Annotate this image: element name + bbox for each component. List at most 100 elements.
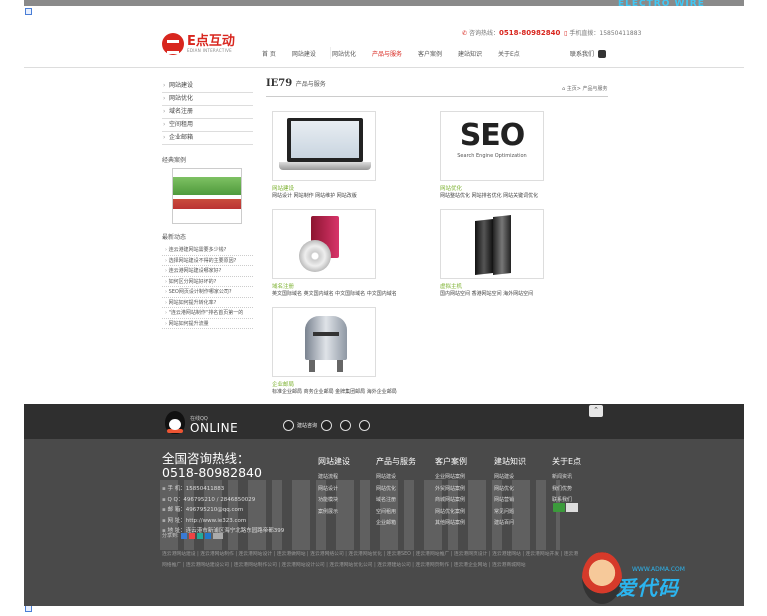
wechat-icon[interactable] [553, 503, 565, 512]
mobile-number: 手机直拨：15850411883 [569, 30, 642, 37]
footer-col-web: 网站建设 建站流程 网站设计 功能模块 案例展示 [318, 456, 373, 518]
product-card[interactable]: SEO Search Engine Optimization 网站优化 网站整站… [440, 111, 544, 199]
info-email[interactable]: 邮 箱：496795210@qq.com [162, 505, 284, 516]
phone-icon: ✆ [462, 30, 468, 37]
qq-icon [321, 420, 332, 431]
footer-link[interactable]: 常见问题 [494, 507, 549, 519]
qq-service-2[interactable] [321, 420, 332, 431]
nav-products[interactable]: 产品与服务 [364, 50, 410, 60]
footer-online-bar [24, 404, 744, 439]
nav-about[interactable]: 关于E点 [490, 50, 528, 60]
share-renren-icon[interactable] [204, 532, 211, 539]
footer-link[interactable]: 建站百问 [494, 518, 549, 530]
share-weibo-icon[interactable] [188, 532, 195, 539]
product-name: 网站建设 [272, 186, 295, 192]
footer-link[interactable]: 建站流程 [318, 472, 373, 484]
sidebar-item-hosting[interactable]: 空间租用 [162, 119, 253, 132]
news-item[interactable]: 网站如何提升流量 [162, 319, 253, 329]
footer-link[interactable]: 企业邮箱 [376, 518, 431, 530]
friend-links[interactable]: 连云港网站建设 | 连云港网站制作 | 连云港网站设计 | 连云港做网站 | 连… [162, 549, 582, 571]
share-more-icon[interactable] [212, 532, 223, 539]
product-name: 虚拟主机 [440, 284, 463, 290]
news-item[interactable]: 如何区分网站好坏的? [162, 277, 253, 287]
footer-hotline-number: 0518-80982840 [162, 465, 262, 480]
news-item[interactable]: 连云港建网站需要多少钱? [162, 245, 253, 256]
info-mobile: 手 机：15850411883 [162, 484, 284, 495]
share-bar: 分享到: [162, 532, 223, 539]
product-card[interactable]: 虚拟主机 国内网站空间 香港网站空间 海外网站空间 [440, 209, 544, 297]
share-tencent-icon[interactable] [196, 532, 203, 539]
footer-link[interactable]: 网站建设 [494, 472, 549, 484]
footer-link[interactable]: 空间租用 [376, 507, 431, 519]
footer-link[interactable]: 商城网站案例 [435, 495, 490, 507]
product-desc: 标准企业邮局 商务企业邮局 金牌集团邮局 海外企业邮局 [272, 389, 397, 395]
news-item[interactable]: 选择网站建设不得的主要原因? [162, 256, 253, 266]
footer-link[interactable]: 网站优化案例 [435, 507, 490, 519]
footer-link[interactable]: 企业网站案例 [435, 472, 490, 484]
contact-label: 联系我们 [570, 51, 595, 58]
share-qzone-icon[interactable] [180, 532, 187, 539]
sidebar-item-mail[interactable]: 企业邮箱 [162, 132, 253, 145]
product-card[interactable]: 域名注册 英文国际域名 英文国内域名 中文国际域名 中文国内域名 [272, 209, 397, 297]
home-icon: ⌂ [562, 86, 566, 92]
case-title: 经典案例 [162, 157, 187, 164]
footer-link[interactable]: 外贸网站案例 [435, 484, 490, 496]
footer-link[interactable]: 网站优化 [376, 484, 431, 496]
contact-link[interactable]: 联系我们 [570, 49, 607, 58]
nav-web-build[interactable]: 网站建设 [284, 50, 324, 60]
footer-col-about: 关于E点 新闻资讯 我们优势 联系我们 [552, 456, 607, 507]
product-desc: 网站整站优化 网站排名优化 网站关键词优化 [440, 193, 539, 199]
mobile-icon: ▯ [564, 30, 568, 37]
footer-link[interactable]: 网站优化 [494, 484, 549, 496]
product-card[interactable]: 企业邮局 标准企业邮局 商务企业邮局 金牌集团邮局 海外企业邮局 [272, 307, 397, 395]
footer-link[interactable]: 网站建设 [376, 472, 431, 484]
qq-service-3[interactable] [340, 420, 351, 431]
nav-home[interactable]: 首 页 [254, 50, 284, 60]
footer-link[interactable]: 其他网站案例 [435, 518, 490, 530]
sidebar-item-web-build[interactable]: 网站建设 [162, 80, 253, 93]
footer-contact-info: 手 机：15850411883 Q Q：496795210 / 28468500… [162, 484, 284, 537]
header-divider [24, 67, 744, 68]
logo[interactable]: E点互动 EDIAN INTERACTIVE [162, 33, 235, 55]
sidebar: 网站建设 网站优化 域名注册 空间租用 企业邮箱 经典案例 最新动态 连云港建网… [162, 80, 253, 329]
back-to-top-icon[interactable]: ⌃ [589, 405, 603, 417]
footer-link[interactable]: 域名注册 [376, 495, 431, 507]
weibo-follow-icon[interactable] [566, 503, 578, 512]
footer-link[interactable]: 我们优势 [552, 484, 607, 496]
sidebar-item-domain[interactable]: 域名注册 [162, 106, 253, 119]
qq-icon [283, 420, 294, 431]
footer-link[interactable]: 网站营销 [494, 495, 549, 507]
seo-icon: SEO Search Engine Optimization [440, 111, 544, 181]
footer-link[interactable]: 案例展示 [318, 507, 373, 519]
qq-service-4[interactable] [359, 420, 370, 431]
footer-link[interactable]: 新闻资讯 [552, 472, 607, 484]
nav-knowledge[interactable]: 建站知识 [450, 50, 490, 60]
footer-link[interactable]: 网站设计 [318, 484, 373, 496]
info-url[interactable]: 网 址：http://www.ie323.com [162, 516, 284, 527]
product-desc: 英文国际域名 英文国内域名 中文国际域名 中文国内域名 [272, 291, 397, 297]
footer-link[interactable]: 功能模块 [318, 495, 373, 507]
case-thumbnail[interactable] [172, 168, 242, 224]
logo-tagline: EDIAN INTERACTIVE [187, 47, 232, 53]
qq-service-1[interactable]: 建站咨询 [283, 420, 317, 431]
logo-mark-icon [162, 33, 184, 55]
news-item[interactable]: SEO网页设计制作哪家公司? [162, 287, 253, 298]
logo-name: E点互动 [187, 33, 235, 49]
sidebar-item-seo[interactable]: 网站优化 [162, 93, 253, 106]
online-label: ONLINE [190, 421, 239, 435]
footer-col-products: 产品与服务 网站建设 网站优化 域名注册 空间租用 企业邮箱 [376, 456, 431, 530]
footer-col-cases: 客户案例 企业网站案例 外贸网站案例 商城网站案例 网站优化案例 其他网站案例 [435, 456, 490, 530]
nav-cases[interactable]: 客户案例 [410, 50, 450, 60]
qq-icon [340, 420, 351, 431]
news-item[interactable]: 连云港网站建设哪家好? [162, 266, 253, 277]
product-name: 企业邮局 [272, 382, 295, 388]
news-item[interactable]: "连云港网站制作"排名首页第一的 [162, 308, 253, 319]
broken-image-icon [25, 605, 32, 612]
qq-penguin-icon [165, 411, 185, 434]
product-card[interactable]: 网站建设 网站设计 网站制作 网站维护 网站改版 [272, 111, 376, 199]
broken-image-icon [25, 8, 32, 15]
software-box-icon [272, 209, 376, 279]
product-desc: 网站设计 网站制作 网站维护 网站改版 [272, 193, 357, 199]
laptop-icon [272, 111, 376, 181]
news-item[interactable]: 网站如何提升转化率? [162, 298, 253, 308]
